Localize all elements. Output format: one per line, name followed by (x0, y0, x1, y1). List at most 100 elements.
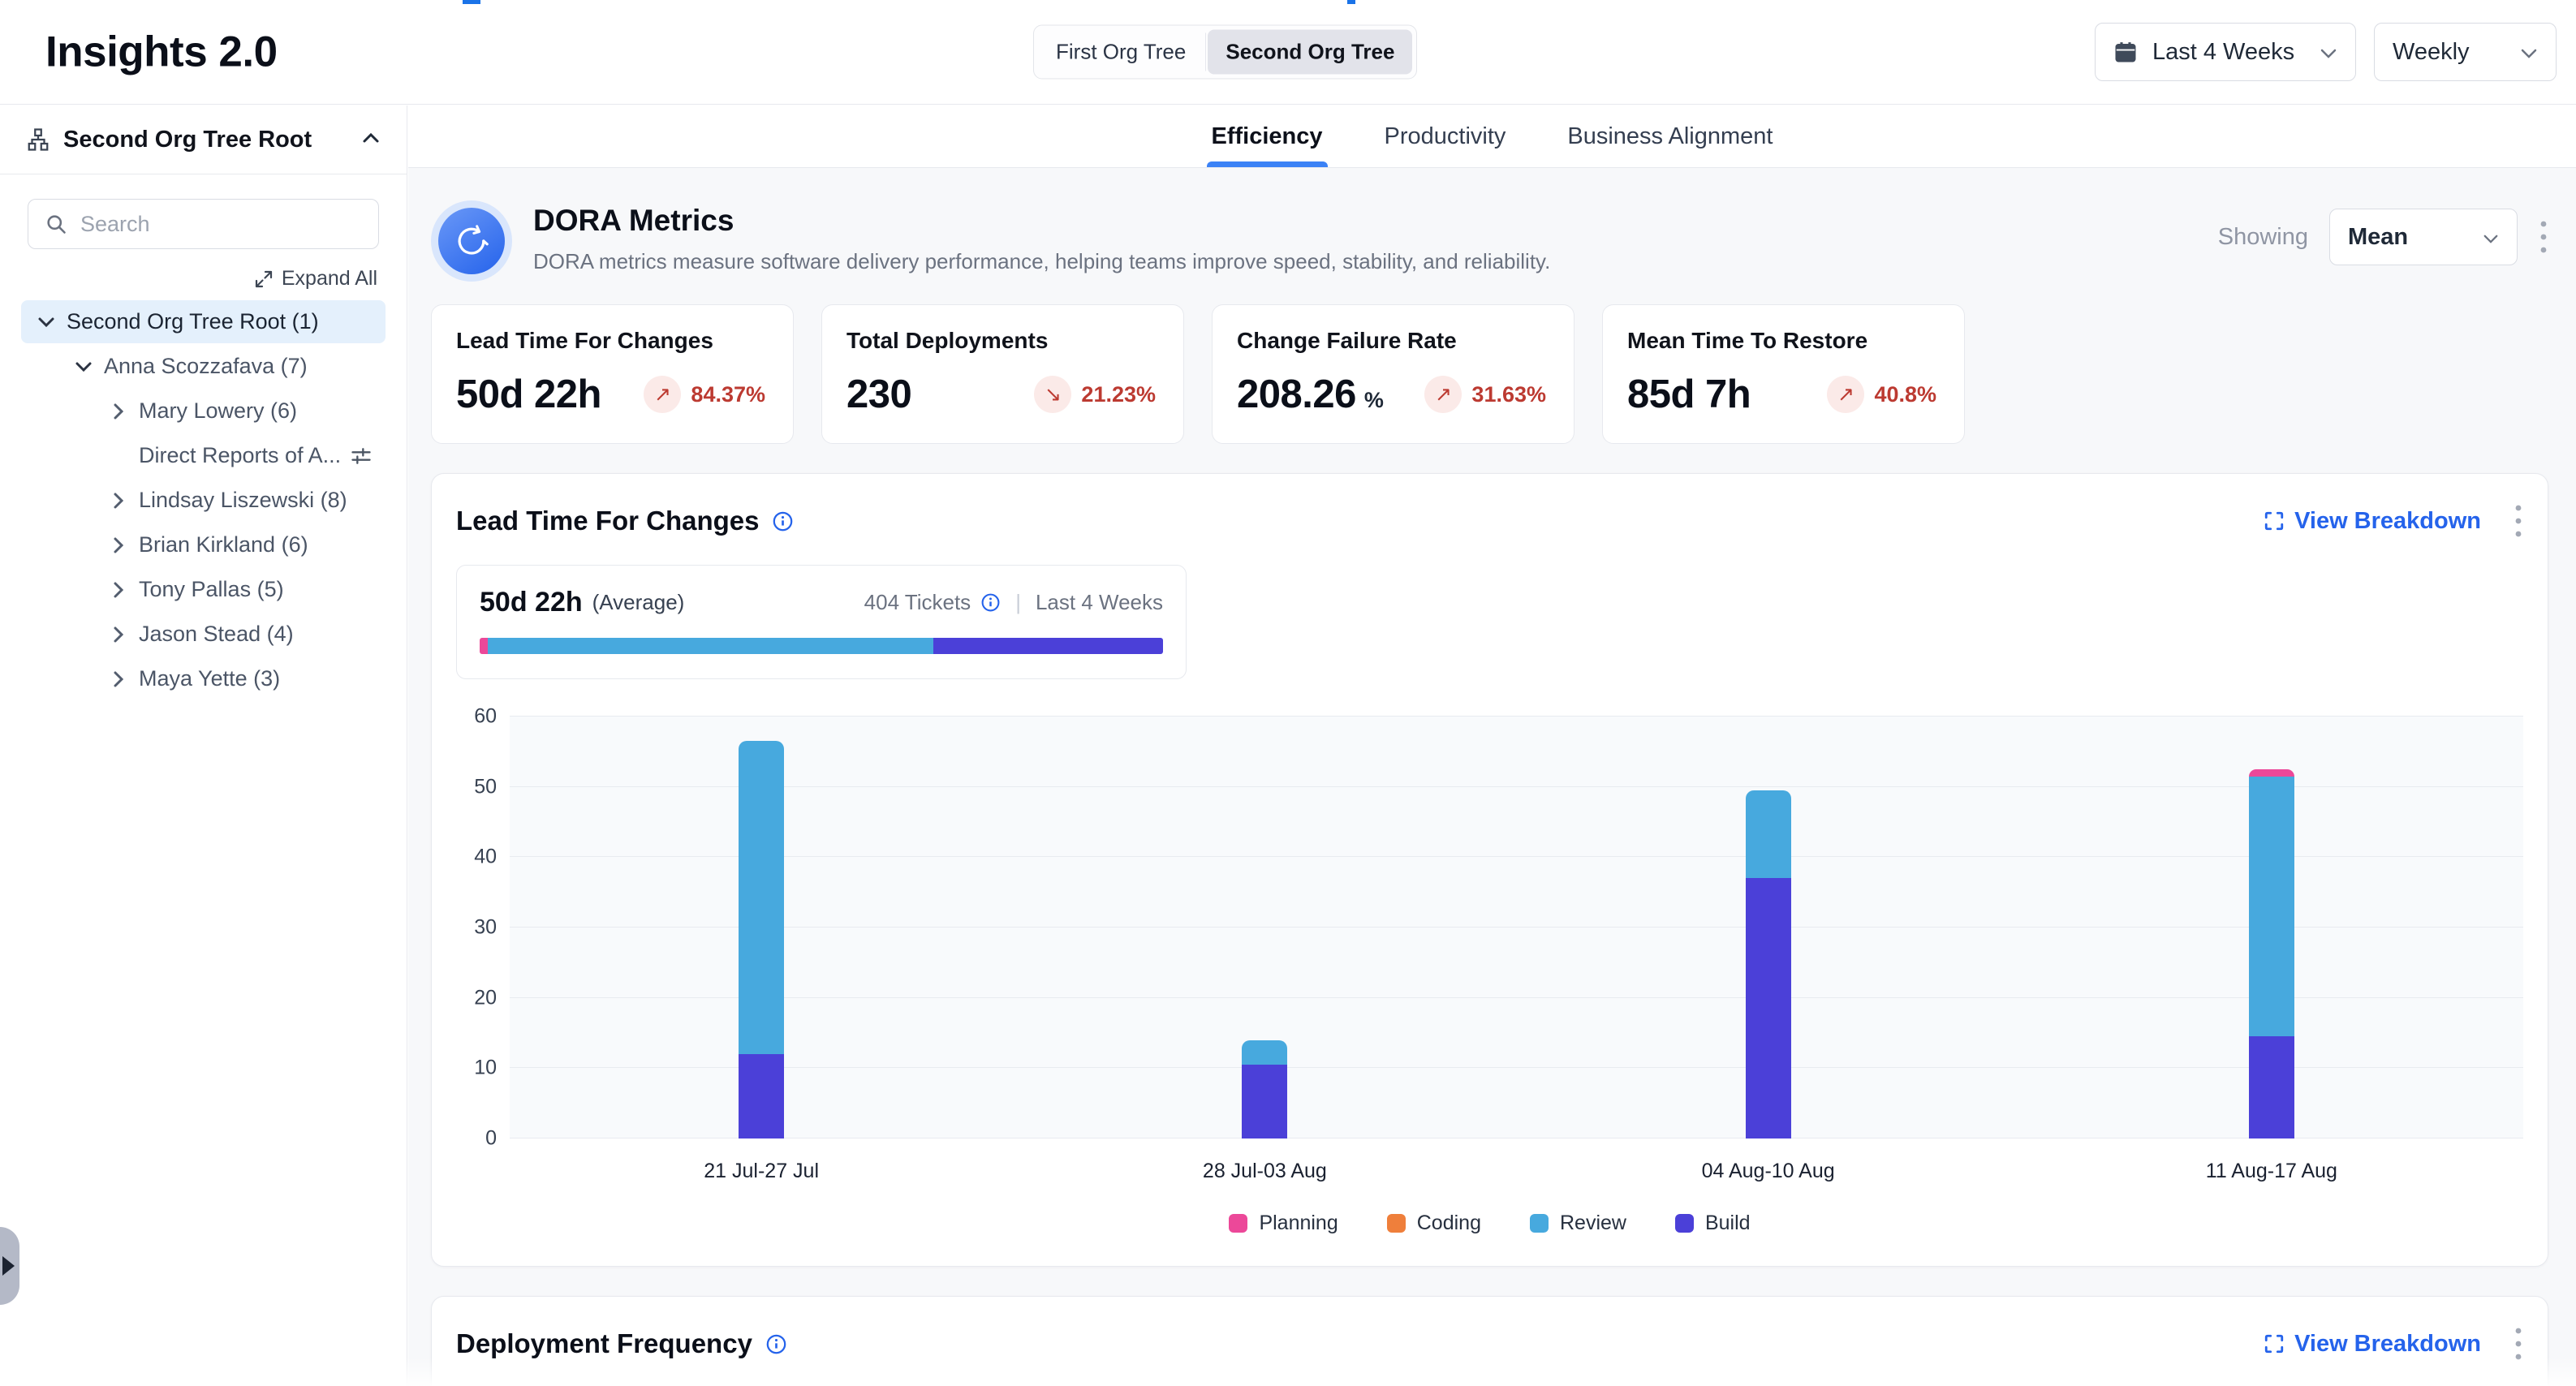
metric-delta-value: 31.63% (1471, 382, 1546, 407)
info-icon[interactable] (765, 1333, 787, 1355)
gridline (510, 786, 2523, 787)
view-breakdown-label: View Breakdown (2294, 1331, 2481, 1358)
legend-label: Planning (1259, 1212, 1338, 1235)
org-toggle-option[interactable]: Second Org Tree (1208, 30, 1412, 75)
legend-swatch (1530, 1214, 1549, 1233)
sidebar-title: Second Org Tree Root (63, 127, 312, 153)
chevron-right-icon[interactable] (108, 402, 129, 420)
tree-item-direct-reports-of-a[interactable]: Direct Reports of A... (21, 434, 386, 477)
y-tick-label: 20 (474, 986, 497, 1009)
legend-swatch (1675, 1214, 1694, 1233)
legend-item-build[interactable]: Build (1675, 1212, 1751, 1235)
date-range-select[interactable]: Last 4 Weeks (2095, 23, 2356, 81)
sidebar-collapse-handle[interactable] (0, 1227, 19, 1305)
deployment-title: Deployment Frequency (456, 1328, 752, 1359)
metric-card-value-row: 208.26%↗31.63% (1237, 372, 1549, 417)
summary-meta: 404 Tickets | Last 4 Weeks (864, 590, 1163, 615)
tree-item-label: Tony Pallas (5) (139, 577, 284, 602)
org-toggle-option[interactable]: First Org Tree (1038, 30, 1204, 75)
tree-item-lindsay-liszewski-8[interactable]: Lindsay Liszewski (8) (21, 479, 386, 522)
kebab-menu-icon[interactable] (2539, 217, 2548, 256)
tree-item-second-org-tree-root-1[interactable]: Second Org Tree Root (1) (21, 300, 386, 343)
metric-value: 85d 7h (1627, 372, 1751, 417)
deployment-panel-header: Deployment Frequency View Breakdown (456, 1324, 2523, 1363)
kebab-menu-icon[interactable] (2514, 501, 2523, 540)
bar-segment-build (1242, 1065, 1287, 1138)
expand-all-button[interactable]: Expand All (29, 267, 377, 291)
trend-down-arrow-icon: ↘ (1034, 376, 1071, 413)
view-breakdown-button[interactable]: View Breakdown (2264, 1331, 2481, 1358)
kebab-menu-icon[interactable] (2514, 1324, 2523, 1363)
chevron-right-icon[interactable] (108, 492, 129, 510)
tree-item-anna-scozzafava-7[interactable]: Anna Scozzafava (7) (21, 345, 386, 388)
tree-item-tony-pallas-5[interactable]: Tony Pallas (5) (21, 568, 386, 611)
trend-up-arrow-icon: ↗ (1424, 376, 1462, 413)
legend-swatch (1229, 1214, 1247, 1233)
tickets-count: 404 Tickets (864, 590, 971, 615)
metric-card-title: Change Failure Rate (1237, 328, 1549, 354)
stacked-bar-11-aug-17-aug[interactable] (2249, 769, 2294, 1138)
granularity-select[interactable]: Weekly (2374, 23, 2557, 81)
calendar-icon (2113, 40, 2138, 64)
search-input[interactable] (80, 212, 362, 237)
sidebar-search[interactable] (28, 199, 379, 249)
summary-bar-segment-planning (480, 638, 488, 654)
view-breakdown-label: View Breakdown (2294, 508, 2481, 535)
stacked-bar-28-jul-03-aug[interactable] (1242, 1040, 1287, 1138)
legend-swatch (1387, 1214, 1406, 1233)
legend-label: Build (1705, 1212, 1751, 1235)
stacked-bar-04-aug-10-aug[interactable] (1746, 790, 1791, 1138)
tree-item-jason-stead-4[interactable]: Jason Stead (4) (21, 613, 386, 656)
info-icon[interactable] (980, 592, 1001, 613)
tree-item-maya-yette-3[interactable]: Maya Yette (3) (21, 657, 386, 700)
tree-item-label: Anna Scozzafava (7) (104, 354, 308, 379)
tree-item-brian-kirkland-6[interactable]: Brian Kirkland (6) (21, 523, 386, 566)
main-content: DORA Metrics DORA metrics measure softwa… (408, 168, 2576, 1386)
filter-sliders-icon[interactable] (350, 445, 373, 467)
expand-corners-icon (2264, 510, 2285, 532)
tree-item-label: Direct Reports of A... (139, 443, 341, 468)
chevron-down-icon[interactable] (73, 361, 94, 372)
metric-card-mean-time-to-restore: Mean Time To Restore85d 7h↗40.8% (1602, 304, 1965, 444)
lead-time-panel-header: Lead Time For Changes View Breakdown (456, 501, 2523, 540)
chevron-right-icon[interactable] (108, 581, 129, 599)
metric-delta-value: 84.37% (691, 382, 765, 407)
chevron-right-icon[interactable] (108, 536, 129, 554)
chevron-right-icon[interactable] (108, 626, 129, 644)
metric-card-total-deployments: Total Deployments230↘21.23% (821, 304, 1184, 444)
chevron-down-icon (2320, 39, 2337, 66)
tab-efficiency[interactable]: Efficiency (1207, 105, 1328, 167)
trend-up-arrow-icon: ↗ (644, 376, 681, 413)
x-tick-label: 11 Aug-17 Aug (2206, 1160, 2337, 1183)
legend-label: Coding (1417, 1212, 1481, 1235)
info-icon[interactable] (772, 510, 794, 532)
aggregation-select[interactable]: Mean (2329, 209, 2518, 265)
metric-delta-value: 21.23% (1081, 382, 1156, 407)
gridline (510, 1067, 2523, 1068)
x-tick-label: 28 Jul-03 Aug (1203, 1160, 1327, 1183)
legend-item-planning[interactable]: Planning (1229, 1212, 1338, 1235)
tab-business-alignment[interactable]: Business Alignment (1562, 105, 1777, 167)
chart-plot-area (510, 717, 2523, 1138)
x-tick-label: 04 Aug-10 Aug (1702, 1160, 1835, 1183)
org-tree-sidebar: Second Org Tree Root Expand All Second O… (0, 105, 407, 1386)
lead-time-chart: 0102030405060 21 Jul-27 Jul28 Jul-03 Aug… (456, 717, 2523, 1235)
bar-segment-build (739, 1054, 784, 1138)
chevron-right-icon[interactable] (108, 670, 129, 688)
dora-header: DORA Metrics DORA metrics measure softwa… (431, 200, 2548, 282)
chevron-down-icon[interactable] (36, 316, 57, 328)
metric-delta-value: 40.8% (1874, 382, 1936, 407)
summary-top-row: 50d 22h (Average) 404 Tickets | Last 4 W… (480, 587, 1163, 618)
metric-delta: ↗ 84.37% (644, 376, 769, 413)
legend-item-review[interactable]: Review (1530, 1212, 1626, 1235)
sidebar-header[interactable]: Second Org Tree Root (0, 105, 407, 174)
stacked-bar-21-jul-27-jul[interactable] (739, 741, 784, 1138)
x-tick-label: 21 Jul-27 Jul (704, 1160, 819, 1183)
tab-productivity[interactable]: Productivity (1380, 105, 1511, 167)
view-breakdown-button[interactable]: View Breakdown (2264, 508, 2481, 535)
chevron-up-icon[interactable] (361, 131, 381, 148)
expand-corners-icon (2264, 1333, 2285, 1354)
bar-segment-build (2249, 1036, 2294, 1138)
tree-item-mary-lowery-6[interactable]: Mary Lowery (6) (21, 390, 386, 433)
legend-item-coding[interactable]: Coding (1387, 1212, 1481, 1235)
